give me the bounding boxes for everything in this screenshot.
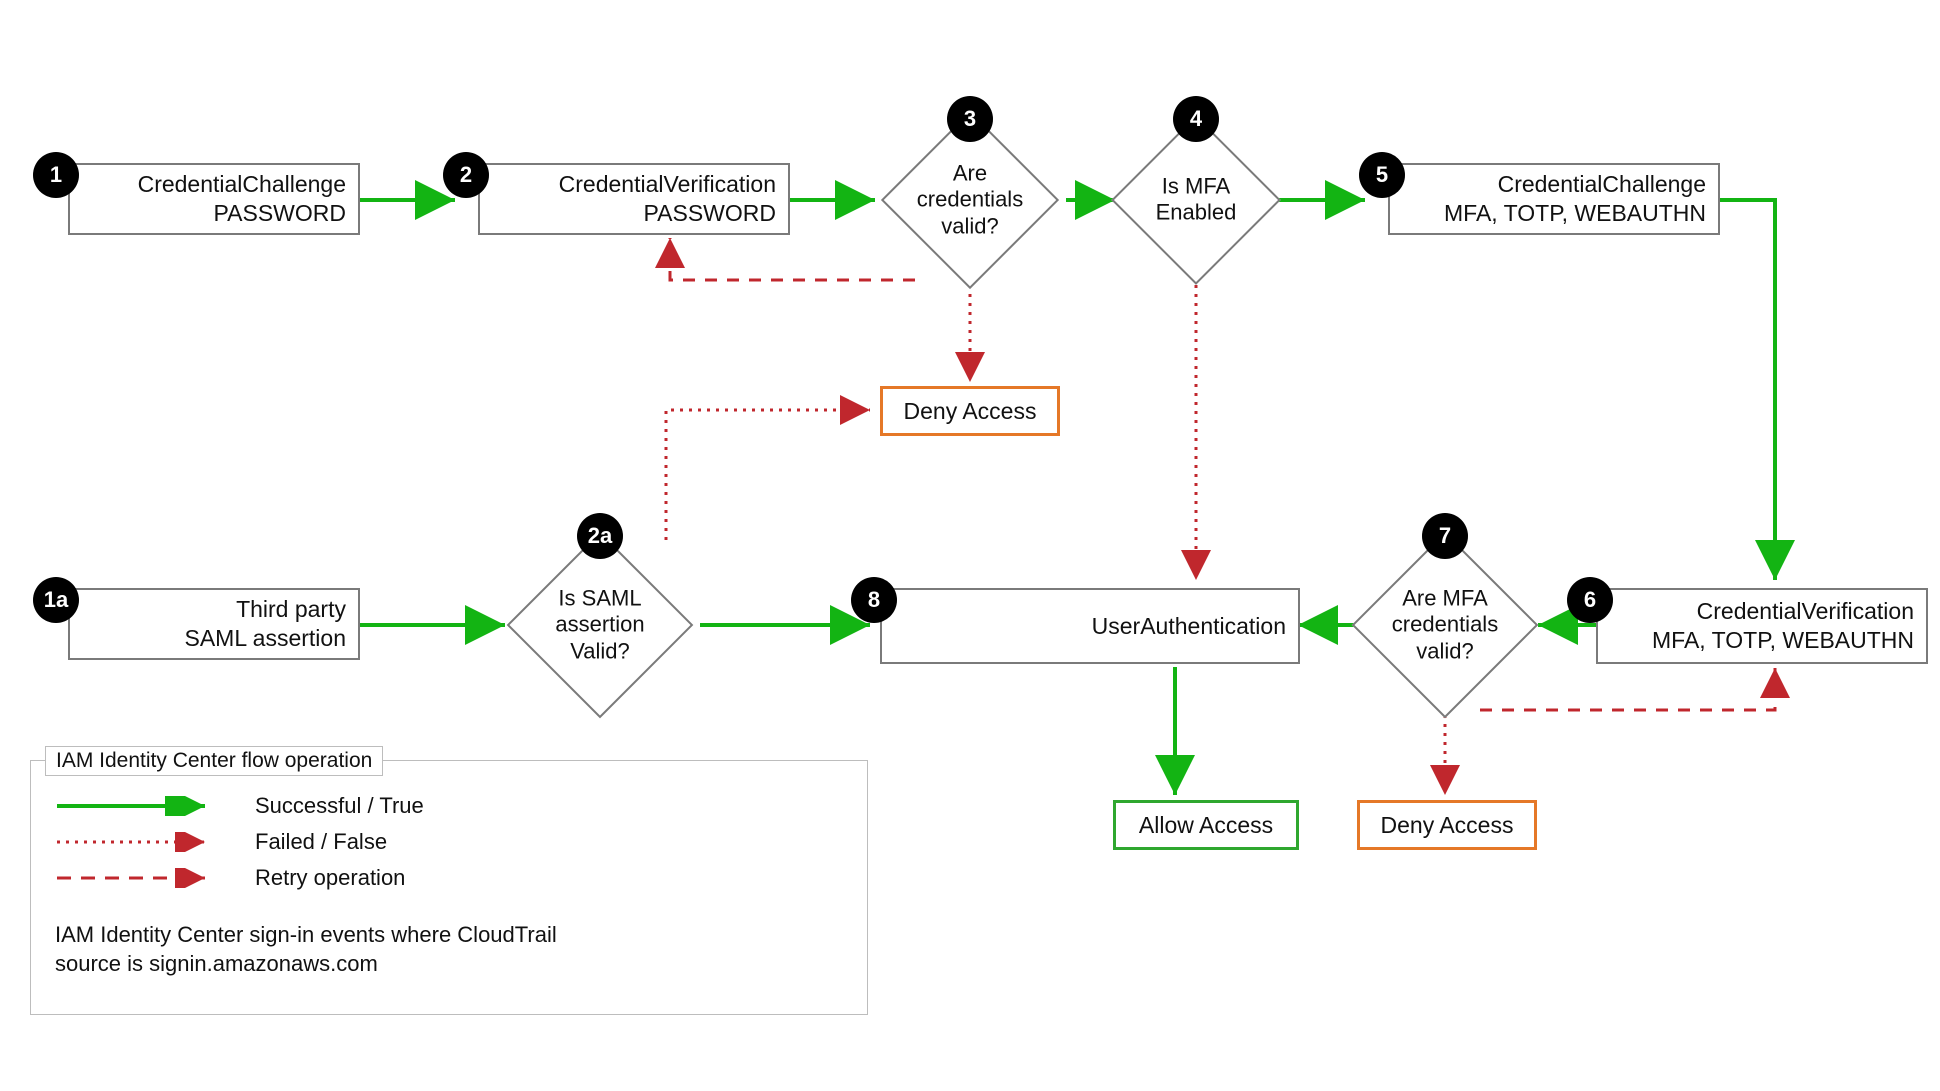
node-2a-line1: Is SAML [558,585,641,610]
badge-8: 8 [851,577,897,623]
node-credential-verification-mfa: CredentialVerification MFA, TOTP, WEBAUT… [1596,588,1928,664]
node-5-line1: CredentialChallenge [1498,170,1706,199]
node-credential-challenge-password: CredentialChallenge PASSWORD [68,163,360,235]
diagram-canvas: CredentialChallenge PASSWORD 1 Credentia… [0,0,1940,1091]
node-7-line3: valid? [1416,638,1473,663]
badge-2: 2 [443,152,489,198]
node-2-line1: CredentialVerification [559,170,776,199]
node-1-line2: PASSWORD [214,199,346,228]
outcome-deny-bottom: Deny Access [1357,800,1537,850]
legend-success-label: Successful / True [255,793,424,819]
badge-3: 3 [947,96,993,142]
node-4-line1: Is MFA [1162,174,1230,199]
node-3-line1: Are [953,160,987,185]
badge-5: 5 [1359,152,1405,198]
badge-1a: 1a [33,577,79,623]
node-1-line1: CredentialChallenge [138,170,346,199]
node-third-party-saml: Third party SAML assertion [68,588,360,660]
node-credential-verification-password: CredentialVerification PASSWORD [478,163,790,235]
node-1a-line2: SAML assertion [185,624,347,653]
node-1a-line1: Third party [236,595,346,624]
outcome-deny-top: Deny Access [880,386,1060,436]
node-user-authentication: UserAuthentication [880,588,1300,664]
node-2-line2: PASSWORD [644,199,776,228]
node-3-line3: valid? [941,213,998,238]
legend-row-success: Successful / True [55,793,843,819]
legend-failed-label: Failed / False [255,829,387,855]
node-5-line2: MFA, TOTP, WEBAUTHN [1444,199,1706,228]
legend-footer: IAM Identity Center sign-in events where… [31,915,867,994]
node-3-line2: credentials [917,187,1023,212]
badge-1: 1 [33,152,79,198]
node-4-line2: Enabled [1156,200,1237,225]
badge-2a: 2a [577,513,623,559]
legend-panel: IAM Identity Center flow operation Succe… [30,760,868,1015]
node-8-line1: UserAuthentication [1092,612,1286,641]
badge-4: 4 [1173,96,1219,142]
legend-row-failed: Failed / False [55,829,843,855]
node-6-line2: MFA, TOTP, WEBAUTHN [1652,626,1914,655]
outcome-allow: Allow Access [1113,800,1299,850]
badge-7: 7 [1422,513,1468,559]
legend-row-retry: Retry operation [55,865,843,891]
legend-title: IAM Identity Center flow operation [45,746,383,776]
node-6-line1: CredentialVerification [1697,597,1914,626]
node-7-line2: credentials [1392,612,1498,637]
node-2a-line3: Valid? [570,638,630,663]
node-credential-challenge-mfa: CredentialChallenge MFA, TOTP, WEBAUTHN [1388,163,1720,235]
badge-6: 6 [1567,577,1613,623]
legend-retry-label: Retry operation [255,865,405,891]
node-2a-line2: assertion [555,612,644,637]
node-7-line1: Are MFA [1402,585,1488,610]
